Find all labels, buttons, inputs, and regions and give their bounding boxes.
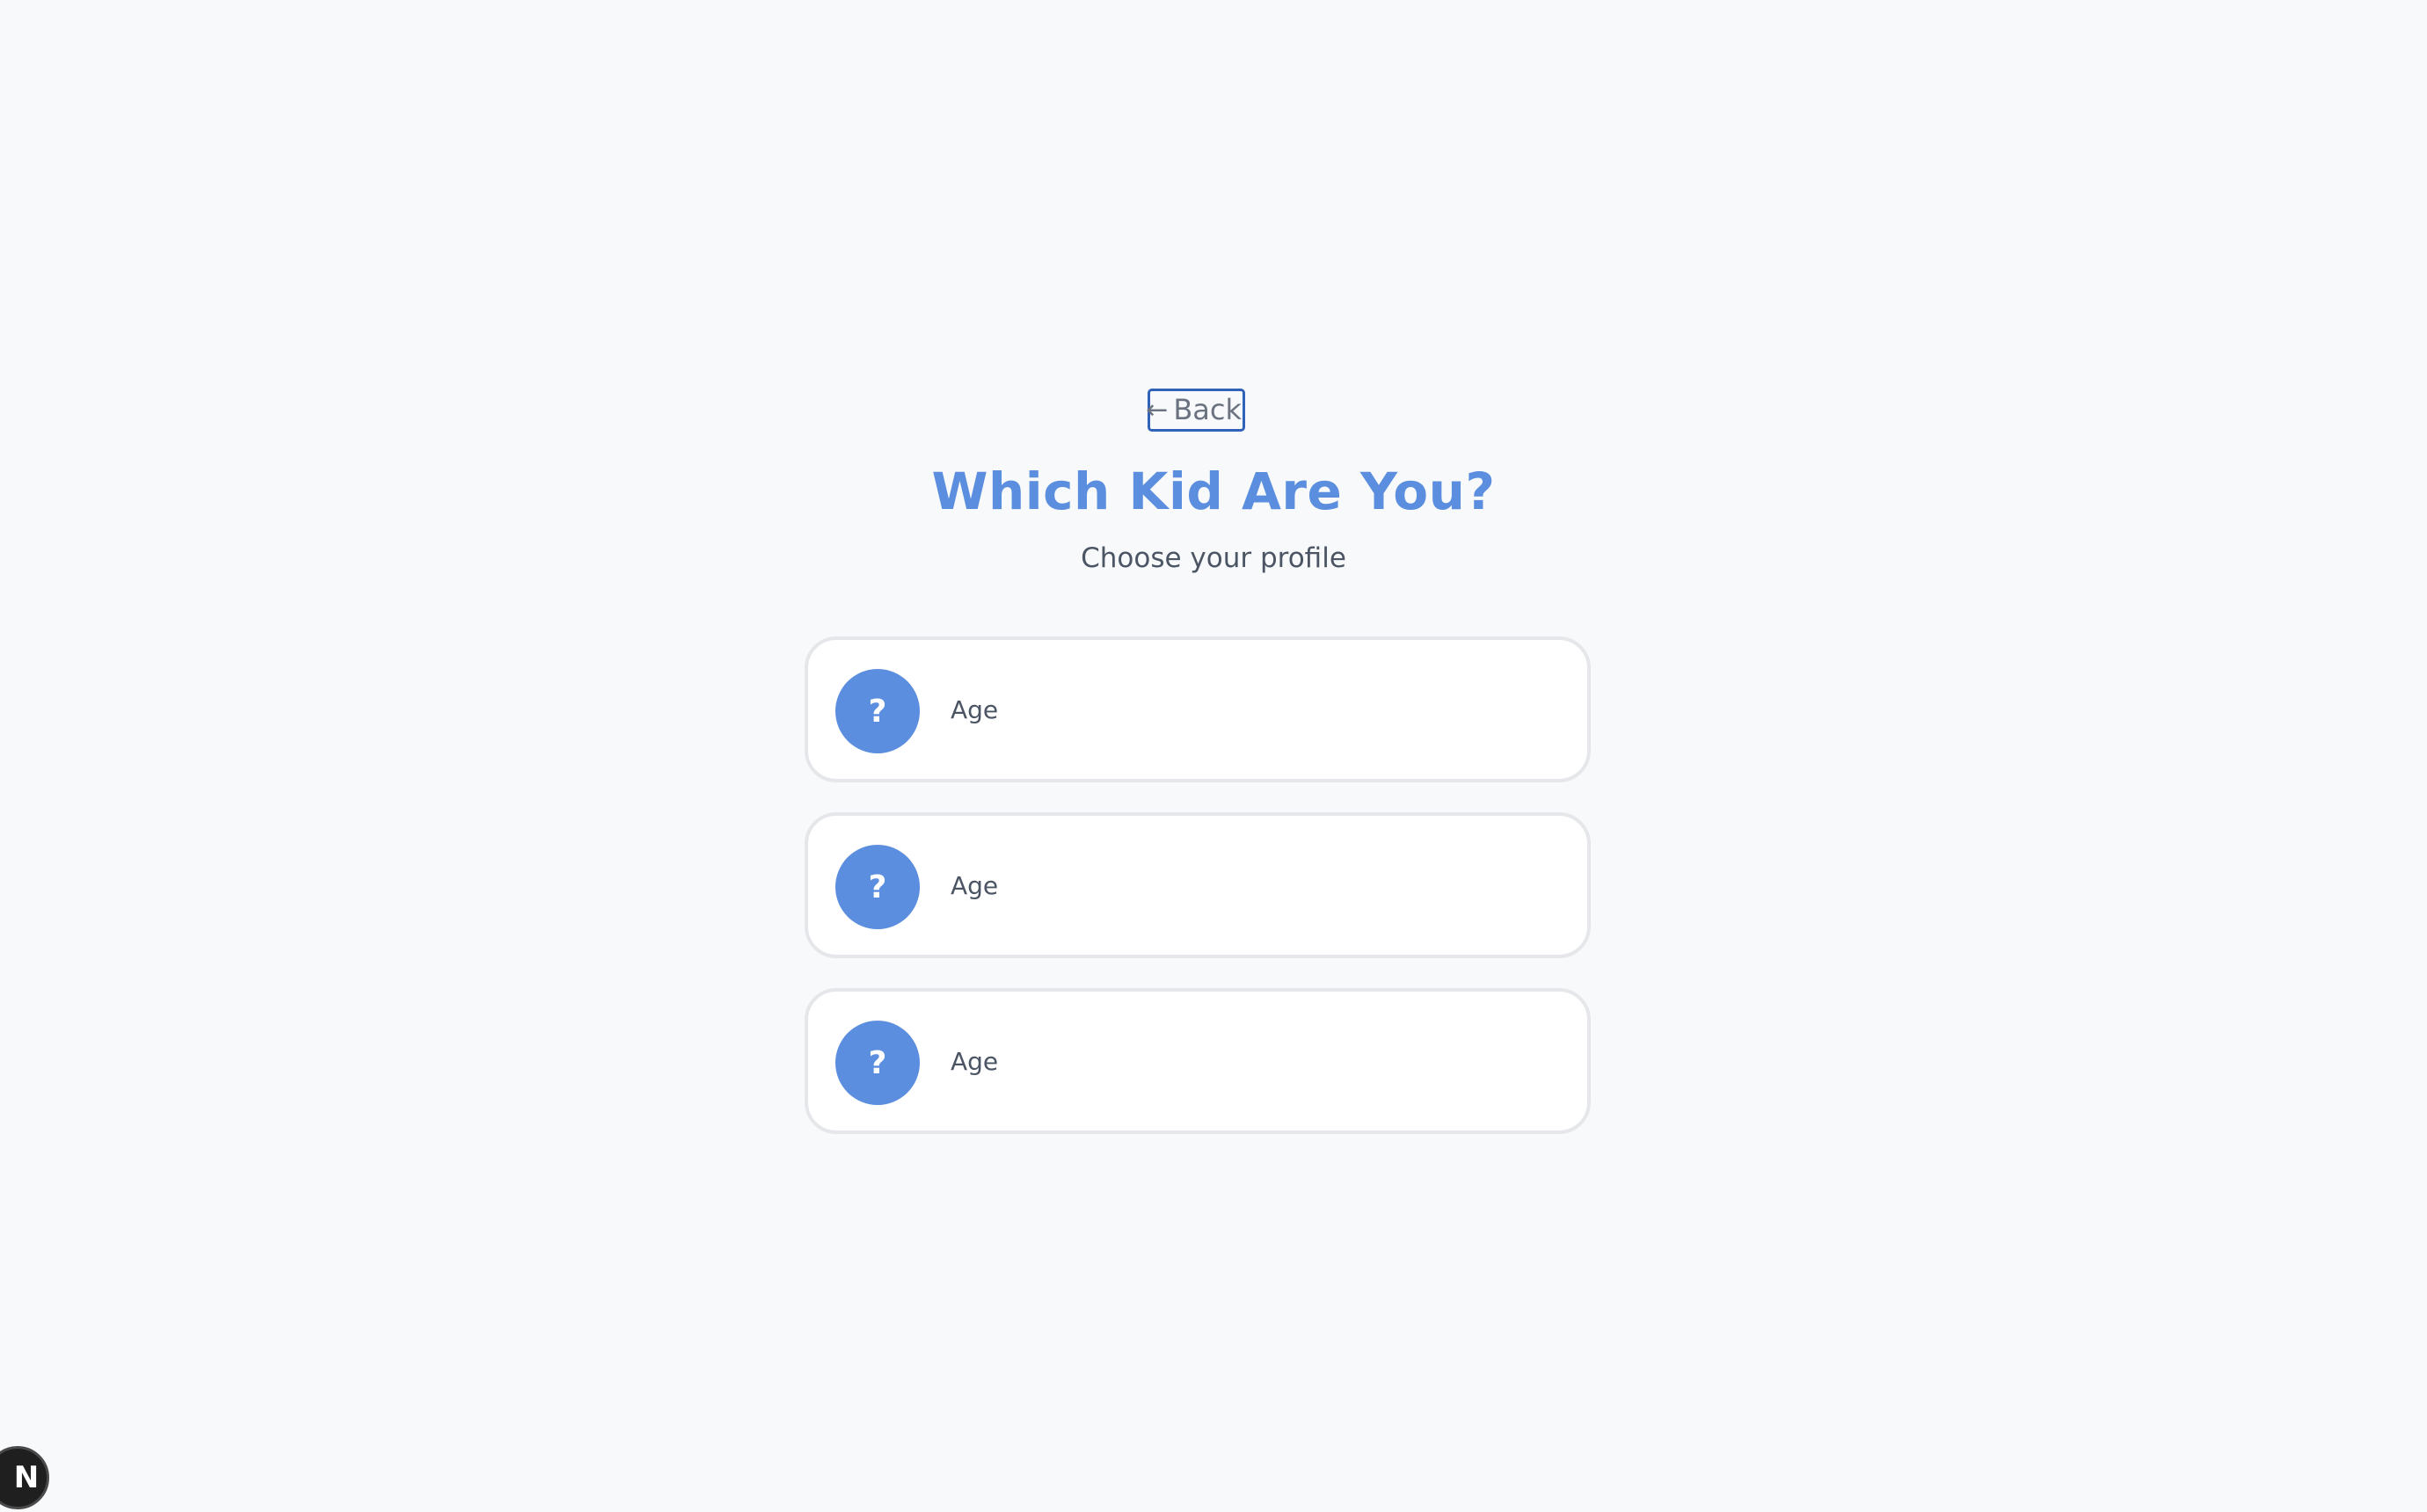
- profile-card[interactable]: ? Age: [805, 988, 1591, 1134]
- profile-card[interactable]: ? Age: [805, 636, 1591, 782]
- avatar-unknown-icon: ?: [835, 1021, 920, 1105]
- page-title: Which Kid Are You?: [931, 462, 1496, 521]
- profile-age-label: Age: [951, 871, 999, 900]
- back-label: Back: [1173, 393, 1242, 426]
- profile-card[interactable]: ? Age: [805, 812, 1591, 958]
- back-button[interactable]: ← Back: [1146, 389, 1245, 432]
- profile-age-label: Age: [951, 695, 999, 724]
- profile-list: ? Age ? Age ? Age: [805, 636, 1591, 1164]
- page-subtitle: Choose your profile: [1081, 542, 1346, 574]
- back-arrow-icon: ←: [1146, 395, 1169, 425]
- avatar-unknown-icon: ?: [835, 669, 920, 753]
- profile-select-page: ← Back Which Kid Are You? Choose your pro…: [0, 0, 2427, 1512]
- avatar-unknown-icon: ?: [835, 845, 920, 929]
- profile-age-label: Age: [951, 1047, 999, 1076]
- dev-tools-badge[interactable]: N: [0, 1446, 49, 1509]
